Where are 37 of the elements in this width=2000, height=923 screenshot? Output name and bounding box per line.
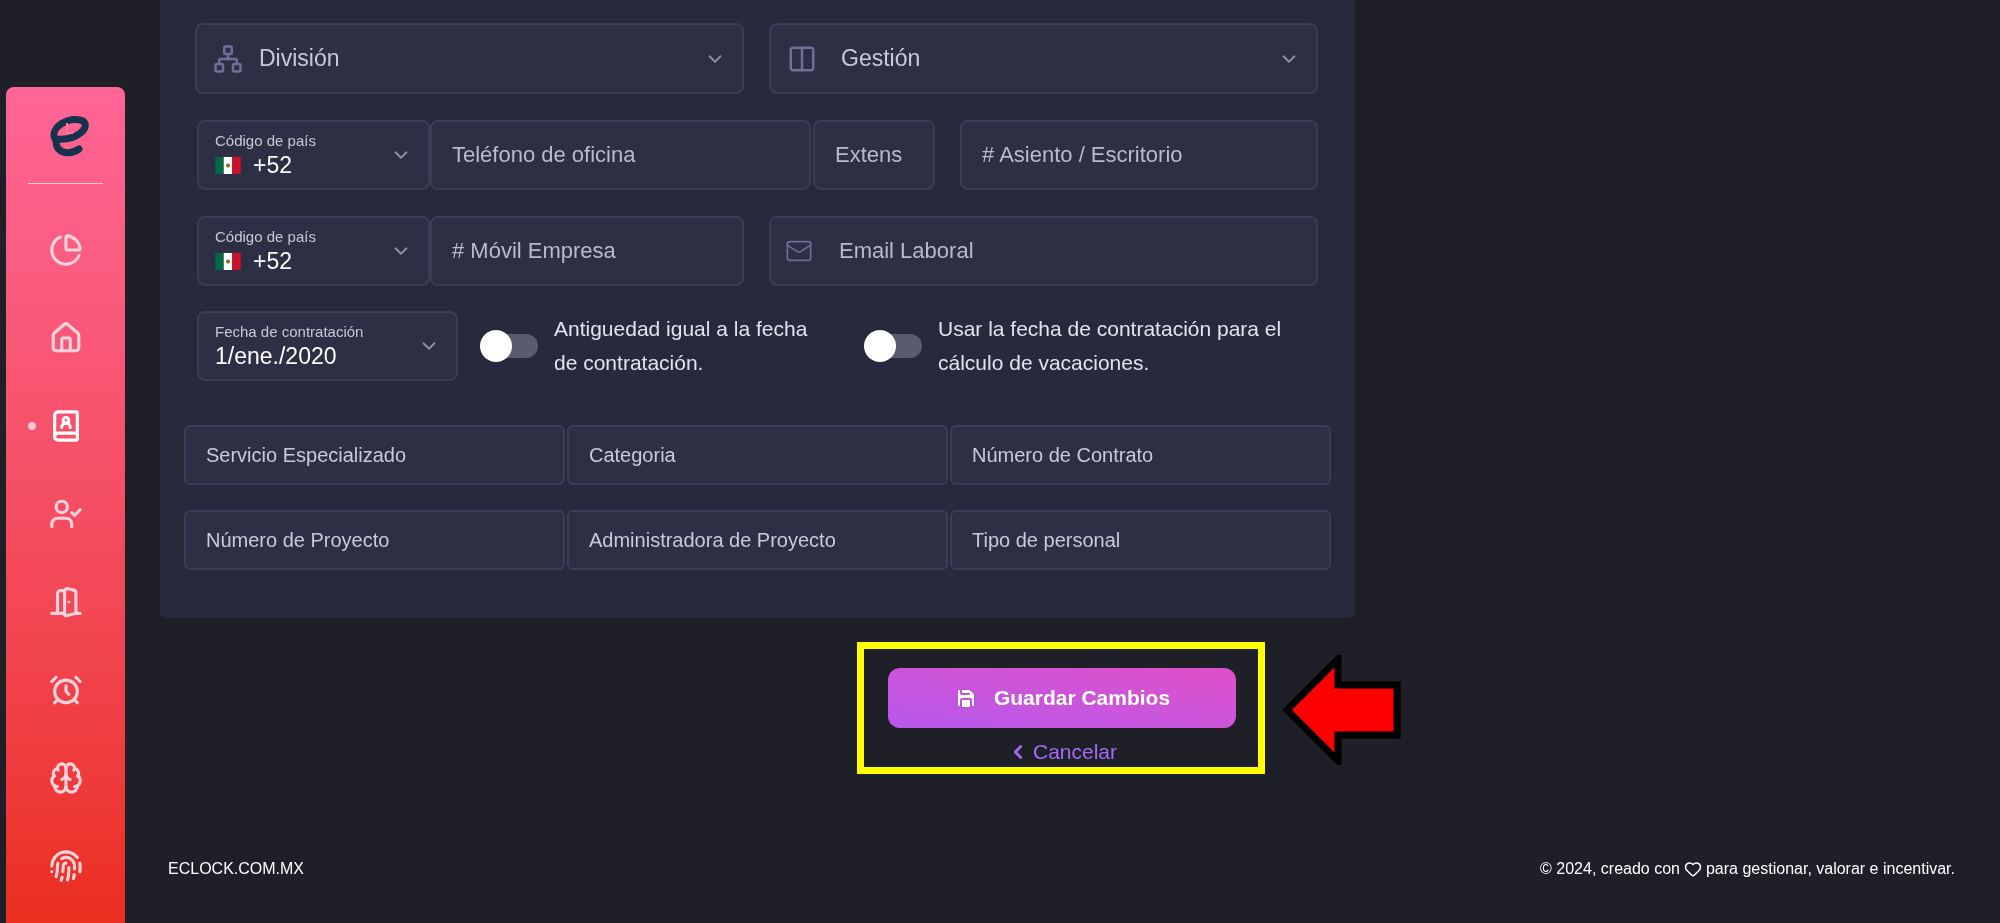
select-placeholder: Gestión	[841, 44, 922, 74]
heart-icon	[1683, 860, 1702, 878]
office-phone-field[interactable]: Teléfono de oficina	[430, 120, 811, 190]
country-code-select[interactable]: Código de país +52	[197, 216, 430, 286]
field-label: Código de país	[215, 131, 316, 151]
text-field[interactable]: Tipo de personal	[950, 510, 1331, 570]
arrow-icon	[1283, 655, 1401, 765]
save-icon	[953, 686, 978, 710]
toggle-label: Antiguedad igual a la fecha de contratación.	[554, 316, 809, 376]
select-placeholder: División	[259, 44, 341, 74]
footer-credit: © 2024, creado con	[1540, 859, 1680, 879]
country-code-select[interactable]: Código de país +52	[197, 120, 430, 190]
save-button[interactable]: Guardar Cambios	[888, 668, 1236, 728]
text-field[interactable]: Servicio Especializado	[184, 425, 565, 485]
flag-icon	[215, 156, 241, 174]
hire-date-select[interactable]: Fecha de contratación 1/ene./2020	[197, 311, 458, 381]
field-label: Fecha de contratación	[215, 322, 364, 342]
toggle-label: Usar la fecha de contratación para el cálculo de vacaciones.	[938, 316, 1283, 376]
text-field[interactable]: Número de Proyecto	[184, 510, 565, 570]
extension-field[interactable]: Extens	[813, 120, 935, 190]
cancel-link[interactable]: Cancelar	[1006, 736, 1117, 768]
footer-credit: para gestionar, valorar e incentivar.	[1705, 859, 1955, 879]
text-field[interactable]: Categoria	[567, 425, 948, 485]
field-value: 1/ene./2020	[215, 342, 338, 370]
gestion-select[interactable]: Gestión	[769, 23, 1318, 94]
text-field[interactable]: Número de Contrato	[950, 425, 1331, 485]
mobile-phone-field[interactable]: # Móvil Empresa	[430, 216, 744, 286]
text-field[interactable]: Administradora de Proyecto	[567, 510, 948, 570]
footer-site: ECLOCK.COM.MX	[168, 859, 304, 879]
seat-field[interactable]: # Asiento / Escritorio	[960, 120, 1318, 190]
division-select[interactable]: División	[195, 23, 744, 94]
field-label: Código de país	[215, 227, 316, 247]
flag-icon	[215, 252, 241, 270]
hierarchy-icon	[213, 43, 243, 74]
email-field[interactable]: Email Laboral	[769, 216, 1318, 286]
field-value: +52	[253, 151, 292, 179]
field-value: +52	[253, 247, 292, 275]
